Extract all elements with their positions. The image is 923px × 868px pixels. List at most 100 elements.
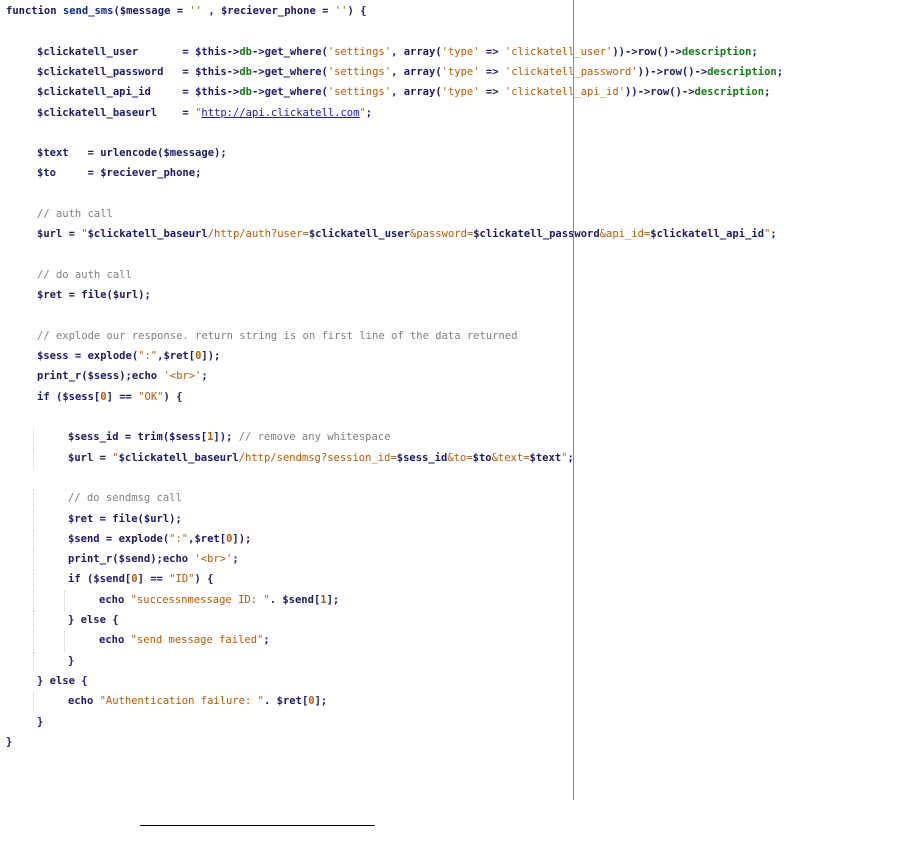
code-token-variable: $clickatell_baseurl xyxy=(37,106,183,119)
code-token-variable: $clickatell_password xyxy=(473,228,600,241)
code-token-string: '<br>' xyxy=(194,553,233,566)
code-token-punctuation: , array( xyxy=(391,45,442,58)
code-line: $url = "$clickatell_baseurl/http/auth?us… xyxy=(37,225,777,243)
code-line: function send_sms($message = '' , $recie… xyxy=(6,2,366,20)
footnote-rule xyxy=(140,825,375,826)
code-token-variable: $clickatell_baseurl xyxy=(87,228,208,241)
print-margin-line xyxy=(573,0,574,800)
code-token-punctuation: = xyxy=(87,167,101,180)
code-token-punctuation: ]); xyxy=(201,350,221,363)
code-token-variable: $this xyxy=(195,65,227,78)
code-token-property: description xyxy=(681,45,752,58)
code-token-punctuation: = xyxy=(315,5,335,17)
code-token-punctuation: ; xyxy=(770,228,777,241)
code-token-punctuation: ); xyxy=(214,147,227,160)
code-token-punctuation: = xyxy=(182,65,196,78)
code-token-punctuation: => xyxy=(479,65,505,78)
code-token-punctuation: = urlencode( xyxy=(87,147,164,160)
code-token-punctuation: = xyxy=(182,45,196,58)
code-token-punctuation: } xyxy=(6,735,13,748)
code-token-string: "Authentication failure: " xyxy=(99,695,264,708)
code-token-variable: $clickatell_user xyxy=(37,45,183,58)
code-line: // do auth call xyxy=(37,266,132,284)
code-token-string: 'type' xyxy=(441,45,480,58)
code-token-punctuation: ]; xyxy=(326,593,340,606)
code-line: $url = "$clickatell_baseurl/http/sendmsg… xyxy=(68,449,574,467)
code-token-punctuation: ->get_where( xyxy=(251,65,328,78)
code-token-string: '<br>' xyxy=(163,370,202,383)
code-token-url-link[interactable]: http://api.clickatell.com xyxy=(201,107,359,119)
code-token-string: "OK" xyxy=(138,390,164,403)
code-token-variable: $clickatell_api_id xyxy=(650,228,765,241)
code-token-punctuation: ]); xyxy=(213,431,239,444)
code-token-variable: $ret xyxy=(37,289,63,302)
code-token-keyword: if xyxy=(68,573,81,586)
code-token-variable: $clickatell_user xyxy=(308,228,411,241)
code-token-variable: $url xyxy=(143,512,170,525)
code-line: $clickatell_baseurl = "http://api.clicka… xyxy=(37,104,372,122)
indent-guide xyxy=(33,489,34,510)
code-token-punctuation: -> xyxy=(226,45,240,58)
code-token-punctuation: );echo xyxy=(119,370,164,383)
code-token-punctuation: ) { xyxy=(347,5,367,17)
indent-guide xyxy=(33,448,34,469)
code-token-punctuation: -> xyxy=(226,86,240,99)
code-line: echo "send message failed"; xyxy=(99,631,270,649)
code-token-punctuation: { xyxy=(105,614,119,626)
code-token-string: 'type' xyxy=(441,86,480,99)
code-token-punctuation: ]); xyxy=(232,532,252,545)
code-token-string: 'settings' xyxy=(327,65,392,78)
code-token-string: 'settings' xyxy=(327,86,392,99)
code-token-punctuation: ->get_where( xyxy=(251,86,328,99)
code-token-punctuation: . xyxy=(269,593,283,606)
code-token-variable: $url xyxy=(112,289,139,302)
code-token-string: &api_id= xyxy=(599,228,651,241)
code-token-variable: $sess xyxy=(169,431,201,444)
code-token-punctuation: = explode( xyxy=(99,532,170,545)
code-token-string: 'type' xyxy=(441,65,480,78)
code-token-variable: $clickatell_baseurl xyxy=(118,451,239,464)
code-token-keyword: echo xyxy=(99,634,131,647)
code-token-string: &password= xyxy=(410,228,474,241)
code-token-punctuation: ; xyxy=(263,634,270,647)
code-line: $sess_id = trim($sess[1]); // remove any… xyxy=(68,428,390,446)
code-token-comment: // auth call xyxy=(37,208,113,220)
code-token-punctuation: => xyxy=(479,86,505,99)
code-token-variable: $this xyxy=(195,86,227,99)
code-token-string: '' xyxy=(189,5,203,17)
code-token-variable: $reciever_phone xyxy=(220,5,316,17)
code-line: } xyxy=(68,652,74,670)
code-token-comment: // do auth call xyxy=(37,268,132,281)
code-line: } else { xyxy=(68,611,119,629)
code-token-string: '' xyxy=(334,5,348,17)
code-token-punctuation: = xyxy=(182,86,196,99)
code-token-variable: $text xyxy=(529,451,562,464)
indent-guide xyxy=(33,509,34,530)
code-token-punctuation: ); xyxy=(138,289,151,302)
code-token-property: description xyxy=(707,65,777,78)
code-token-string: &to= xyxy=(447,451,473,464)
code-line: echo "successnmessage ID: ". $send[1]; xyxy=(99,591,339,609)
code-token-punctuation: ->get_where( xyxy=(251,45,328,58)
code-line: $clickatell_user = $this->db->get_where(… xyxy=(37,43,758,61)
code-line: $clickatell_password = $this->db->get_wh… xyxy=(37,63,783,81)
code-token-punctuation: ; xyxy=(751,45,758,58)
code-token-string: ":" xyxy=(138,350,158,363)
code-token-punctuation: { xyxy=(74,674,88,687)
code-editor: function send_sms ($message = '' , $recie… xyxy=(0,0,923,800)
code-token-keyword: echo xyxy=(68,695,100,708)
code-token-punctuation: } xyxy=(68,614,81,626)
indent-guide xyxy=(33,631,34,652)
code-token-punctuation: ; xyxy=(764,86,771,99)
code-token-variable: $reciever_phone xyxy=(100,167,196,180)
code-line: $to = $reciever_phone; xyxy=(37,164,201,182)
code-token-variable: $sess xyxy=(62,390,94,403)
code-token-punctuation: = file( xyxy=(62,289,113,302)
code-token-punctuation: ] == xyxy=(106,390,139,403)
code-token-function-name: send_sms xyxy=(62,5,114,17)
code-token-keyword: echo xyxy=(99,593,131,606)
code-token-variable: $send xyxy=(68,532,100,545)
code-token-property: db xyxy=(239,45,252,58)
code-line: // do sendmsg call xyxy=(68,489,182,507)
code-token-property: db xyxy=(239,86,252,99)
